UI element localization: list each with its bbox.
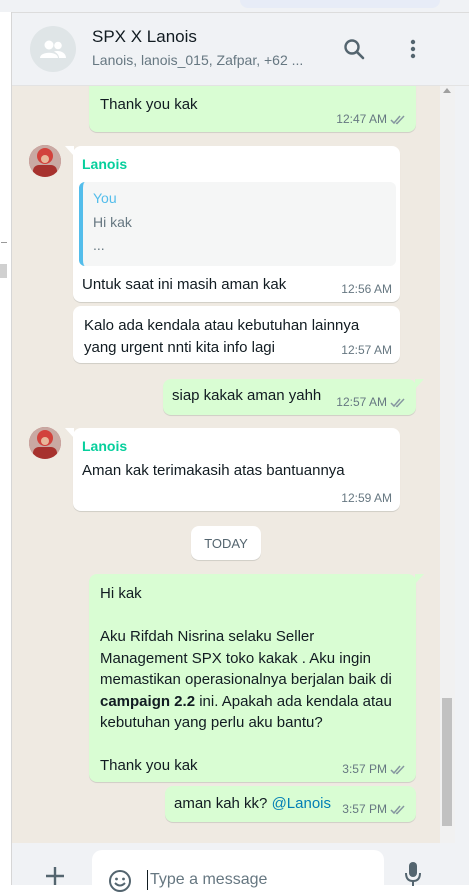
mention-link[interactable]: @Lanois <box>272 795 331 812</box>
message-time: 3:57 PM <box>342 762 387 776</box>
outgoing-message[interactable]: Hi kak Aku Rifdah Nisrina selaku Seller … <box>89 574 424 782</box>
message-line: Hi kak <box>100 585 142 602</box>
chat-title: SPX X Lanois <box>92 27 197 46</box>
scroll-up-arrow-icon[interactable] <box>443 88 451 93</box>
message-input-placeholder: Type a message <box>150 871 268 888</box>
day-separator: TODAY <box>191 526 261 560</box>
plus-icon[interactable] <box>42 863 68 889</box>
message-time: 12:57 AM <box>336 395 387 409</box>
message-line <box>100 605 392 627</box>
scrollbar-thumb[interactable] <box>442 698 452 826</box>
incoming-message[interactable]: Lanois Aman kak terimakasih atas bantuan… <box>65 428 400 511</box>
read-ticks-icon <box>390 397 405 407</box>
avatar-photo <box>29 145 61 177</box>
read-ticks-icon <box>390 764 405 774</box>
right-edge <box>455 86 469 885</box>
chat-participants: Lanois, lanois_015, Zafpar, +62 ... <box>92 52 304 68</box>
message-time: 12:47 AM <box>336 112 387 126</box>
avatar-photo <box>29 427 61 459</box>
read-ticks-icon <box>390 804 405 814</box>
message-meta: 12:57 AM <box>336 395 408 409</box>
chat-scrollbar[interactable] <box>440 86 455 843</box>
gutter-handle[interactable] <box>0 264 7 278</box>
bubble-tail <box>415 379 424 389</box>
message-time: 12:56 AM <box>341 282 392 296</box>
bubble-tail <box>415 574 424 584</box>
message-text: Kalo ada kendala atau kebutuhan lainnya … <box>84 315 359 358</box>
message-text: Thank you kak <box>100 96 198 113</box>
sender-name: Lanois <box>82 438 128 454</box>
message-line: Aku Rifdah Nisrina selaku Seller <box>100 628 315 645</box>
message-text: aman kah kk? @Lanois <box>174 795 331 812</box>
message-meta: 3:57 PM <box>342 762 408 776</box>
sender-avatar[interactable] <box>29 145 61 177</box>
incoming-message[interactable]: Kalo ada kendala atau kebutuhan lainnya … <box>73 306 400 363</box>
outgoing-message[interactable]: siap kakak aman yahh 12:57 AM <box>163 379 424 415</box>
message-composer: Type a message <box>12 843 455 896</box>
message-time: 3:57 PM <box>342 802 387 816</box>
browser-top-strip <box>0 0 469 13</box>
message-time: 12:59 AM <box>341 491 392 505</box>
incoming-message[interactable]: Lanois You Hi kak ... Untuk saat ini mas… <box>65 146 400 302</box>
quoted-reply[interactable]: You Hi kak ... <box>79 182 396 266</box>
more-vertical-icon[interactable] <box>399 35 427 63</box>
message-meta: 12:57 AM <box>341 343 392 357</box>
message-line: Kalo ada kendala atau kebutuhan lainnya <box>84 317 360 334</box>
message-line: kebutuhan yang perlu aku bantu? <box>100 714 323 731</box>
browser-address-pill <box>240 0 440 8</box>
group-avatar[interactable] <box>30 26 76 72</box>
message-text: siap kakak aman yahh <box>172 387 322 404</box>
gutter-mark <box>1 242 7 247</box>
message-time: 12:57 AM <box>341 343 392 357</box>
emoji-icon[interactable] <box>108 869 132 893</box>
read-ticks-icon <box>390 114 405 124</box>
message-meta: 12:47 AM <box>336 112 408 126</box>
left-gutter <box>0 12 12 885</box>
message-line <box>100 734 392 756</box>
message-line-rest: ini. Apakah ada kendala atau <box>195 692 392 710</box>
chat-header[interactable]: SPX X Lanois Lanois, lanois_015, Zafpar,… <box>12 13 469 86</box>
bubble-tail <box>65 146 74 156</box>
quoted-text: Hi kak <box>93 214 132 230</box>
message-input-box[interactable]: Type a message <box>92 850 384 896</box>
message-meta: 12:59 AM <box>341 491 392 505</box>
search-icon[interactable] <box>340 35 368 63</box>
message-meta: 12:56 AM <box>341 282 392 296</box>
message-text: Aman kak terimakasih atas bantuannya <box>82 462 345 479</box>
bold-text: campaign 2.2 <box>100 692 196 710</box>
outgoing-message[interactable]: aman kah kk? @Lanois 3:57 PM <box>165 786 416 822</box>
message-list[interactable]: Thank you kak 12:47 AM Lanois You Hi kak… <box>12 86 440 843</box>
message-text: Untuk saat ini masih aman kak <box>82 276 287 293</box>
message-text: Hi kak Aku Rifdah Nisrina selaku Seller … <box>100 583 392 777</box>
message-line: memastikan operasionalnya berjalan baik … <box>100 671 392 688</box>
message-meta: 3:57 PM <box>342 802 408 816</box>
sender-name: Lanois <box>82 156 128 172</box>
group-icon <box>40 40 66 58</box>
bubble-tail <box>65 428 74 438</box>
message-line: campaign 2.2 ini. Apakah ada kendala ata… <box>100 691 392 713</box>
microphone-icon[interactable] <box>404 861 422 887</box>
message-line: yang urgent nnti kita info lagi <box>84 338 275 356</box>
message-line: Management SPX toko kakak . Aku ingin <box>100 649 371 667</box>
outgoing-message[interactable]: Thank you kak 12:47 AM <box>89 86 416 132</box>
text-caret <box>147 870 148 890</box>
message-text-part: aman kah kk? <box>174 795 272 812</box>
sender-avatar[interactable] <box>29 427 61 459</box>
quoted-author: You <box>93 190 117 206</box>
quoted-ellipsis: ... <box>93 237 105 253</box>
